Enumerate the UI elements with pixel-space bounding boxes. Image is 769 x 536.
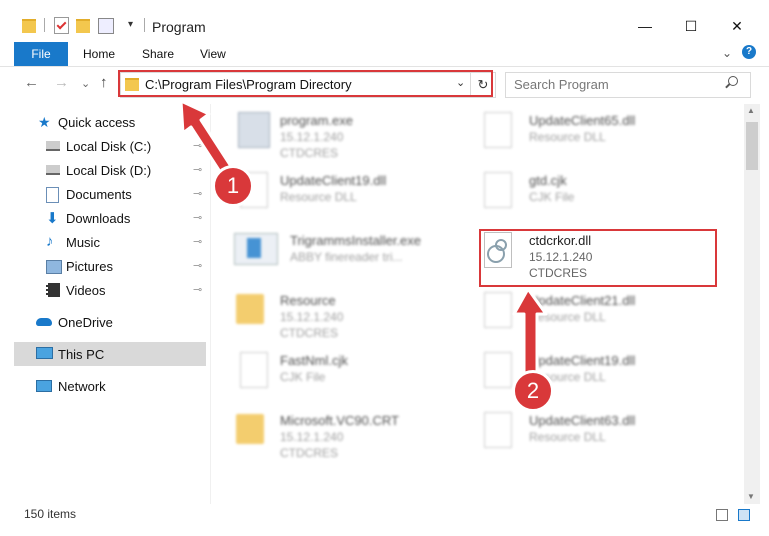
step-badge-2: 2: [512, 370, 554, 412]
arrow-2-icon: [512, 287, 548, 379]
annotation-arrows: [179, 99, 548, 379]
step-badge-1: 1: [212, 165, 254, 207]
